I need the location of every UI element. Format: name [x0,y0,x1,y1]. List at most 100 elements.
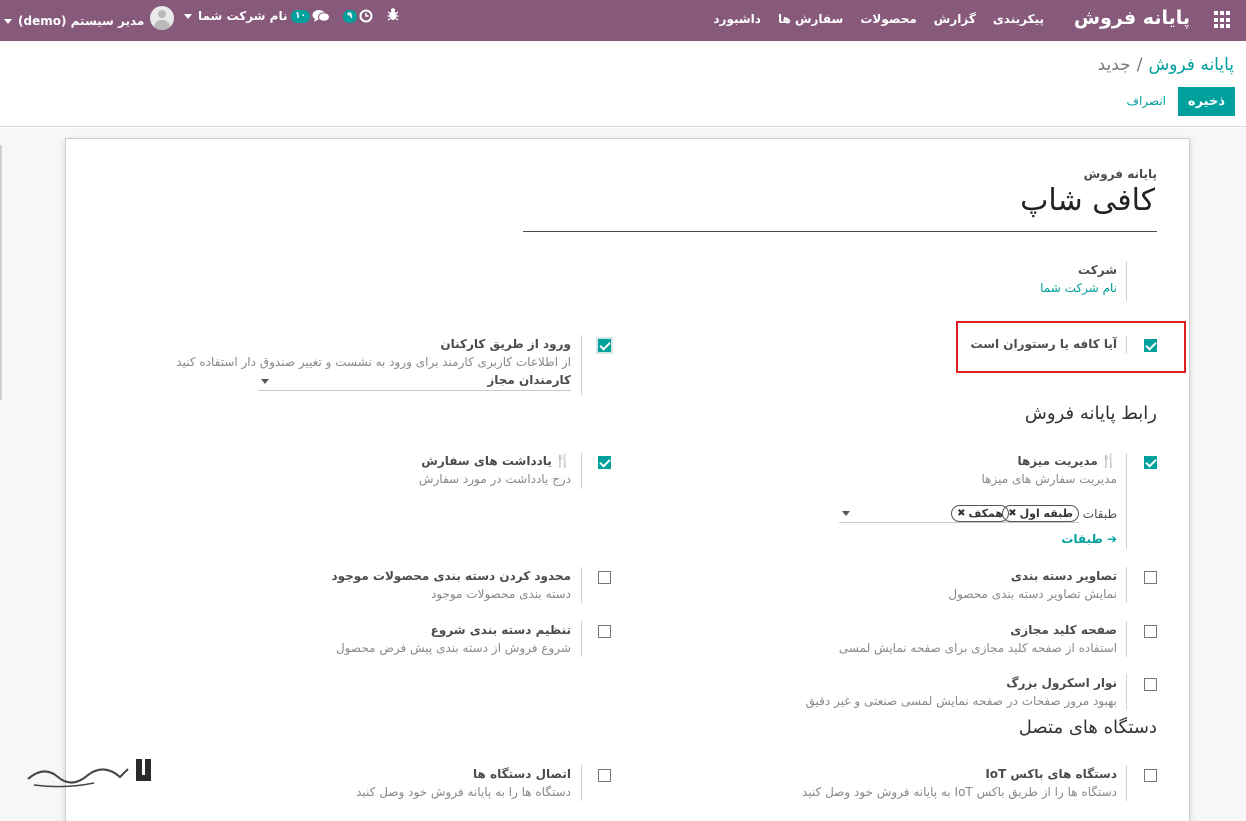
setting-divider [581,567,582,603]
breadcrumb-separator: / [1136,55,1143,75]
order-notes-label: یادداشت های سفارش [421,454,552,468]
avatar [150,6,175,30]
top-navbar: پایانه فروش داشبورد سفارش ها محصولات گزا… [0,0,1246,41]
arrow-right-icon: ➔ [1106,532,1117,546]
virtual-keyboard-description: استفاده از صفحه کلید مجازی برای صفحه نما… [838,641,1117,655]
control-panel: پایانه فروش/جدید ذخیره انصراف [0,41,1246,127]
section-title-interface: رابط پایانه فروش [1024,403,1157,424]
chat-count-badge: ۱۰ [291,9,310,23]
setting-divider [581,621,582,657]
name-field-label: پایانه فروش [1083,167,1157,181]
setting-divider [1126,621,1127,657]
table-management-label: مدیریت میزها [1017,454,1098,468]
company-label: شرکت [1078,263,1117,277]
watermark-logo-icon [27,759,151,788]
watermark-logo [24,755,166,795]
iot-box-description: دستگاه ها را از طریق باکس IoT به پایانه … [802,785,1117,799]
category-images-title: تصاویر دسته بندی [1010,569,1117,583]
menu-item-dashboard[interactable]: داشبورد [713,12,761,26]
order-notes-title: 🍴یادداشت های سفارش [421,454,571,469]
employee-login-description: از اطلاعات کاربری کارمند برای ورود به نش… [176,355,571,369]
floor-tag[interactable]: همکف ✖ [951,505,1009,522]
chat-icon [312,10,330,22]
iot-box-title: دستگاه های باکس IoT [985,767,1117,781]
large-scrollbar-checkbox[interactable] [1144,678,1157,691]
menu-item-products[interactable]: محصولات [860,12,916,26]
breadcrumb-parent[interactable]: پایانه فروش [1148,55,1234,75]
setting-divider [1126,261,1127,301]
chevron-down-icon [261,379,269,384]
company-name: نام شرکت شما [198,9,288,23]
restrict-categories-title: محدود کردن دسته بندی محصولات موجود [331,569,571,583]
order-notes-description: درج یادداشت در مورد سفارش [418,472,571,486]
large-scrollbar-title: نوار اسکرول بزرگ [1006,676,1117,690]
messaging-menu[interactable]: ۱۰ [291,9,330,23]
breadcrumb: پایانه فروش/جدید [1098,55,1234,75]
debug-menu[interactable] [387,7,399,25]
section-title-devices: دستگاه های متصل [1018,717,1157,738]
is-restaurant-checkbox[interactable] [1144,339,1157,352]
company-switcher[interactable]: نام شرکت شما [184,9,287,23]
table-management-title: 🍴مدیریت میزها [1017,454,1117,469]
company-value[interactable]: نام شرکت شما [1040,281,1117,295]
employee-login-select-value: کارمندان مجاز [487,373,571,387]
apps-grid-icon[interactable] [1214,11,1232,29]
breadcrumb-current: جدید [1097,55,1131,75]
table-management-checkbox[interactable] [1144,456,1157,469]
menu-item-reporting[interactable]: گزارش [934,12,976,26]
restrict-categories-checkbox[interactable] [598,571,611,584]
chevron-down-icon [4,18,12,24]
table-management-description: مدیریت سفارش های میزها [981,472,1117,486]
floors-field-label: طبقات [1082,507,1117,521]
start-category-description: شروع فروش از دسته بندی پیش فرض محصول [336,641,571,655]
discard-button[interactable]: انصراف [1127,94,1166,108]
floor-tag[interactable]: طبقه اول ✖ [1002,505,1079,522]
menu-item-orders[interactable]: سفارش ها [778,12,843,26]
floors-link-label: طبقات [1061,532,1103,546]
setting-divider [1126,453,1127,549]
bug-icon [387,8,399,21]
floor-tag-label: طبقه اول [1019,507,1073,520]
restrict-categories-description: دسته بندی محصولات موجود [430,587,571,601]
category-images-checkbox[interactable] [1144,571,1157,584]
setting-divider [581,335,582,395]
setting-divider [1126,336,1127,354]
setting-divider [581,765,582,801]
category-images-description: نمایش تصاویر دسته بندی محصول [948,587,1117,601]
connect-devices-title: اتصال دستگاه ها [473,767,571,781]
chevron-down-icon [842,511,850,516]
setting-divider [1126,567,1127,603]
menu-item-configuration[interactable]: پیکربندی [993,12,1044,26]
order-notes-checkbox[interactable] [598,456,611,469]
virtual-keyboard-title: صفحه کلید مجازی [1010,623,1117,637]
setting-divider [1126,674,1127,710]
employee-login-checkbox[interactable] [598,339,611,352]
remove-tag-icon[interactable]: ✖ [1008,506,1016,521]
floors-link[interactable]: ➔ طبقات [1061,532,1117,546]
iot-box-checkbox[interactable] [1144,769,1157,782]
user-menu[interactable]: مدیر سیستم (demo) [4,6,175,33]
virtual-keyboard-checkbox[interactable] [1144,625,1157,638]
large-scrollbar-description: بهبود مرور صفحات در صفحه نمایش لمسی صنعت… [805,694,1117,708]
is-restaurant-label: آیا کافه یا رستوران است [970,337,1117,351]
activity-count-badge: ۹ [343,9,357,23]
employee-login-title: ورود از طریق کارکنان [440,337,571,351]
setting-divider [1126,765,1127,801]
connect-devices-description: دستگاه ها را به پایانه فروش خود وصل کنید [356,785,571,799]
main-menu: داشبورد سفارش ها محصولات گزارش پیکربندی [713,12,1044,26]
connect-devices-checkbox[interactable] [598,769,611,782]
clock-icon [359,9,372,23]
start-category-title: تنظیم دسته بندی شروع [430,623,571,637]
app-brand: پایانه فروش [1073,7,1190,29]
setting-divider [581,453,582,489]
remove-tag-icon[interactable]: ✖ [957,506,965,521]
activity-menu[interactable]: ۹ [343,9,373,23]
user-name: مدیر سیستم (demo) [18,14,145,28]
form-sheet: پایانه فروش کافی شاپ شرکت نام شرکت شما آ… [65,138,1190,821]
utensils-icon: 🍴 [554,454,571,469]
start-category-checkbox[interactable] [598,625,611,638]
employee-login-select[interactable]: کارمندان مجاز [258,373,571,391]
save-button[interactable]: ذخیره [1177,87,1235,116]
name-field-input[interactable]: کافی شاپ [1020,183,1155,218]
chevron-down-icon [184,13,192,19]
